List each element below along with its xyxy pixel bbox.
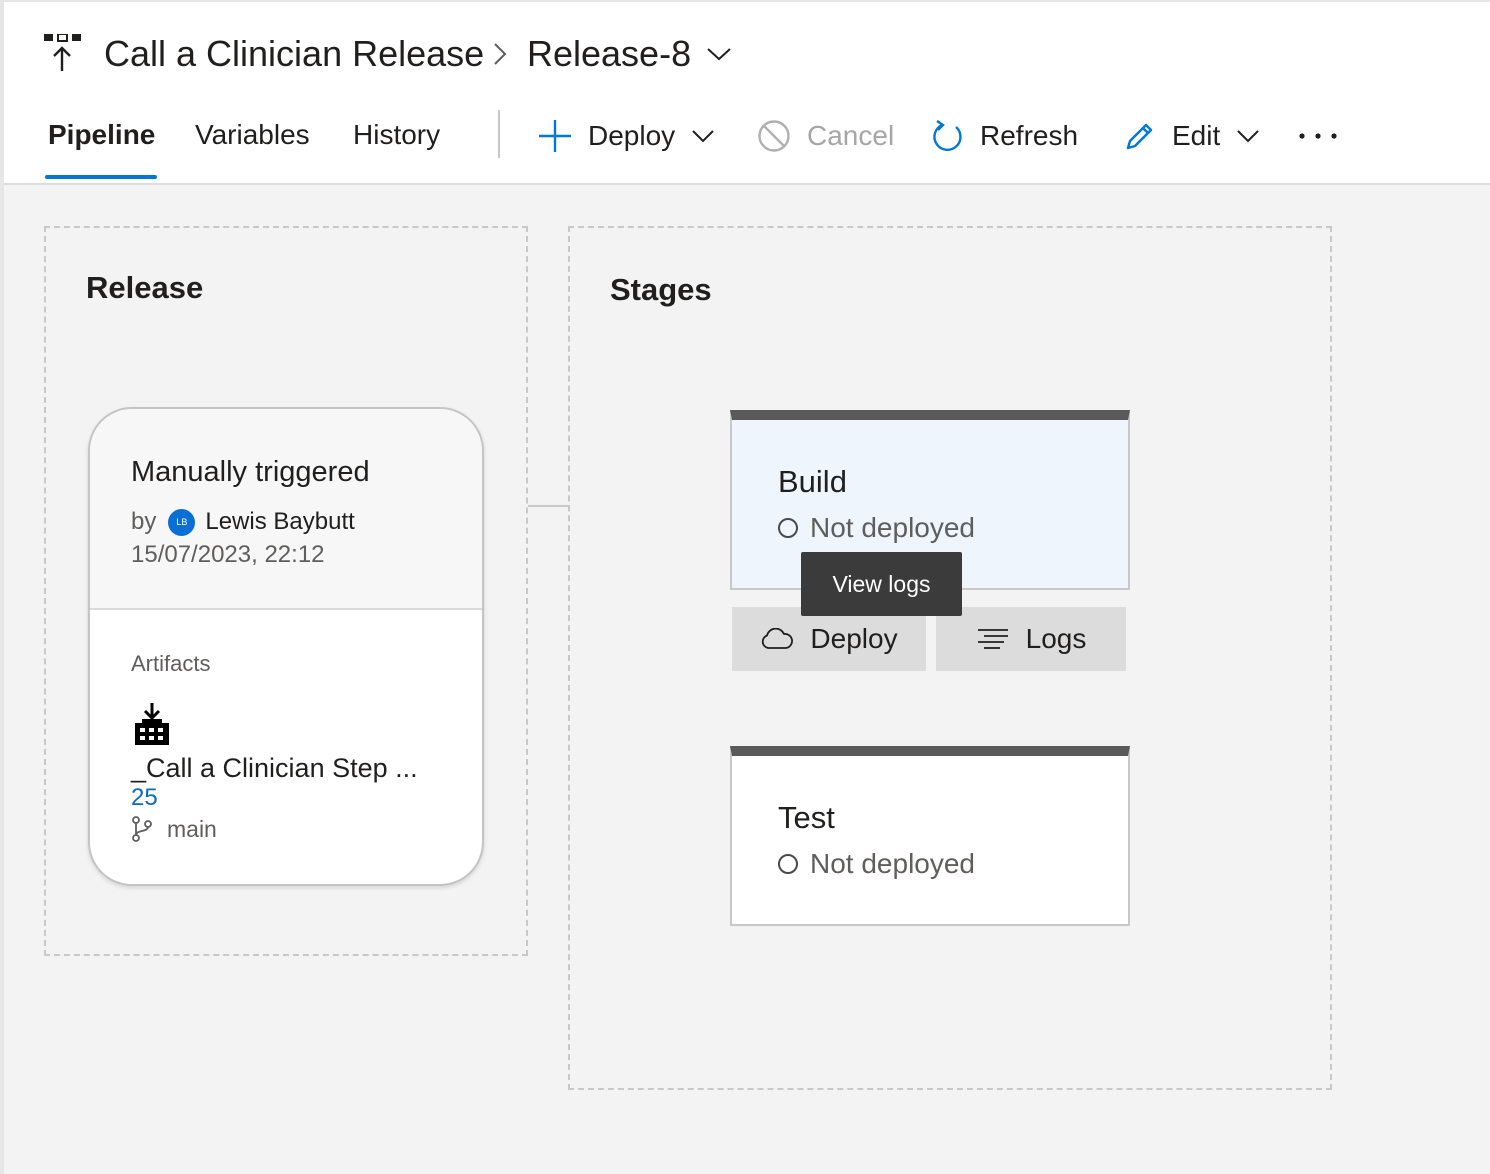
stage-name: Build <box>778 464 847 499</box>
active-tab-indicator <box>45 175 157 179</box>
release-card[interactable]: Manually triggered by LB Lewis Baybutt 1… <box>88 407 484 886</box>
release-name[interactable]: Release-8 <box>527 32 691 76</box>
chevron-down-icon <box>692 130 714 143</box>
stage-card-test[interactable]: Test Not deployed <box>730 746 1130 926</box>
artifact-name[interactable]: _Call a Clinician Step ... <box>131 751 418 785</box>
stage-status-text: Not deployed <box>810 512 976 543</box>
artifact-version-link[interactable]: 25 <box>131 783 158 813</box>
chevron-right-icon <box>494 43 507 65</box>
more-icon <box>1299 133 1337 139</box>
deploy-label: Deploy <box>588 120 676 151</box>
artifact-branch: main <box>131 814 217 844</box>
toolbar-divider <box>498 110 500 158</box>
not-deployed-icon <box>778 854 798 874</box>
release-stage-connector <box>528 505 570 507</box>
view-logs-tooltip: View logs <box>801 552 962 616</box>
trigger-text: Manually triggered <box>131 456 370 488</box>
artifacts-label: Artifacts <box>131 651 211 676</box>
refresh-icon <box>933 120 962 151</box>
cancel-label: Cancel <box>807 120 895 151</box>
not-deployed-icon <box>778 518 798 538</box>
page-header <box>4 0 1490 184</box>
build-artifact-icon <box>135 703 169 745</box>
tab-history[interactable]: History <box>353 116 440 154</box>
branch-icon <box>132 816 152 842</box>
stages-section-title: Stages <box>610 272 712 307</box>
stage-logs-label: Logs <box>1025 623 1087 654</box>
plus-icon <box>539 120 571 152</box>
refresh-button[interactable]: Refresh <box>932 114 1078 158</box>
stage-logs-button[interactable]: Logs <box>936 607 1126 671</box>
branch-name: main <box>167 816 217 842</box>
release-section-title: Release <box>86 270 204 305</box>
stage-name: Test <box>778 800 835 835</box>
logs-icon <box>977 629 1008 649</box>
pencil-icon <box>1126 123 1153 150</box>
cloud-icon <box>762 628 794 649</box>
tab-variables[interactable]: Variables <box>195 116 310 154</box>
more-actions-button[interactable] <box>1298 114 1338 158</box>
by-label: by <box>131 508 157 535</box>
stage-deploy-label: Deploy <box>810 623 898 654</box>
refresh-label: Refresh <box>980 120 1079 151</box>
stage-status: Not deployed <box>778 510 975 546</box>
stage-status: Not deployed <box>778 846 975 882</box>
header-divider <box>4 183 1490 185</box>
stage-status-text: Not deployed <box>810 848 976 879</box>
pipeline-title[interactable]: Call a Clinician Release <box>104 32 484 76</box>
deploy-button[interactable]: Deploy <box>538 114 715 158</box>
trigger-date: 15/07/2023, 22:12 <box>131 541 325 568</box>
user-name[interactable]: Lewis Baybutt <box>205 507 354 537</box>
release-card-divider <box>90 608 482 610</box>
stage-deploy-button[interactable]: Deploy <box>732 607 926 671</box>
release-pipeline-icon <box>44 34 81 71</box>
cancel-icon <box>758 120 790 152</box>
avatar: LB <box>168 508 196 536</box>
edit-label: Edit <box>1172 120 1221 151</box>
chevron-down-icon <box>1237 130 1259 143</box>
chevron-down-icon[interactable] <box>706 46 732 62</box>
tab-pipeline[interactable]: Pipeline <box>48 116 155 154</box>
cancel-button[interactable]: Cancel <box>757 114 894 158</box>
triggered-by: by LB Lewis Baybutt <box>131 507 355 537</box>
edit-button[interactable]: Edit <box>1124 114 1260 158</box>
